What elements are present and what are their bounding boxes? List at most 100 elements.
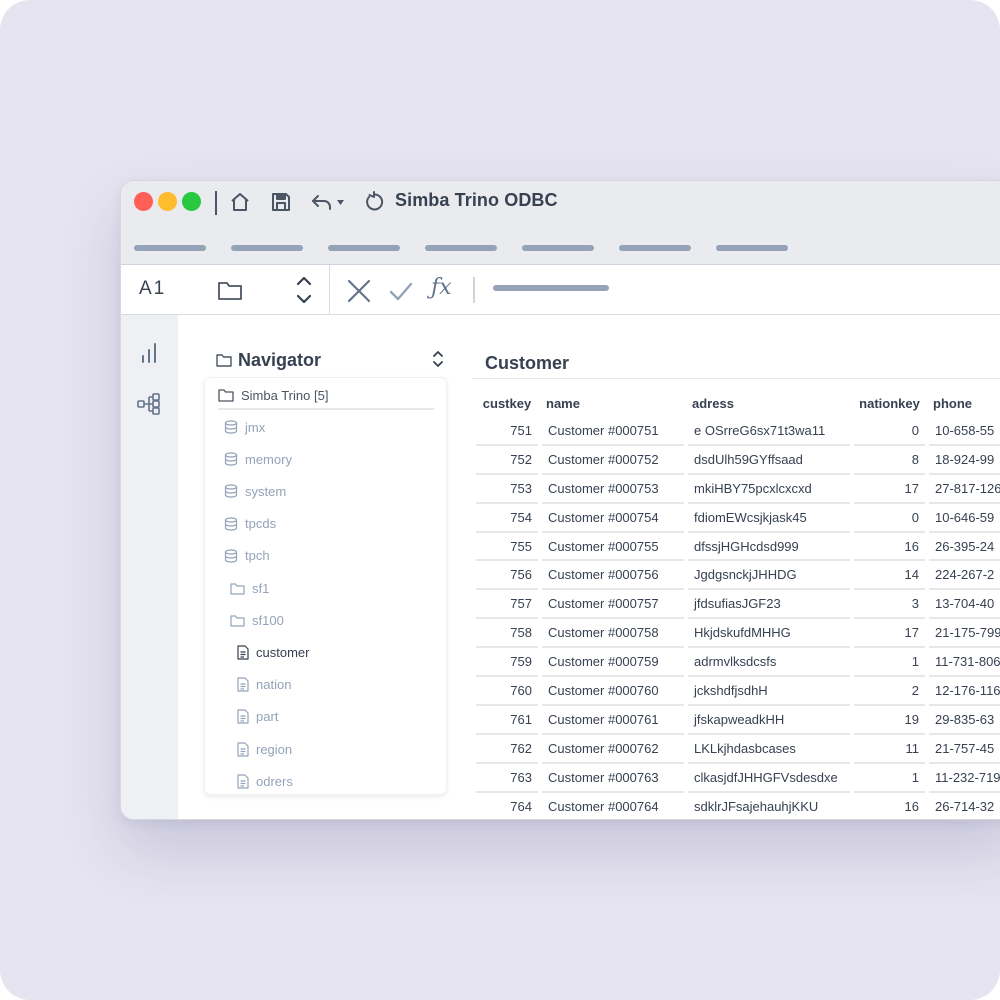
cell-name[interactable]: Customer #000760 bbox=[542, 677, 684, 706]
cell-adress[interactable]: JgdgsnckjJHHDG bbox=[688, 561, 850, 591]
cell-name[interactable]: Customer #000763 bbox=[542, 764, 684, 793]
cell-adress[interactable]: HkjdskufdMHHG bbox=[688, 619, 850, 649]
navigator-item-nation[interactable]: nation bbox=[237, 674, 291, 696]
cell-nationkey[interactable]: 16 bbox=[854, 533, 925, 562]
cell-adress[interactable]: sdklrJFsajehauhjKKU bbox=[688, 793, 850, 819]
navigator-item-part[interactable]: part bbox=[237, 706, 278, 728]
formula-input[interactable] bbox=[493, 285, 609, 291]
undo-icon[interactable] bbox=[309, 189, 349, 215]
confirm-icon[interactable] bbox=[387, 277, 415, 305]
navigator-item-sf100[interactable]: sf100 bbox=[230, 609, 284, 631]
cell-phone[interactable]: 26-395-24 bbox=[929, 533, 1000, 562]
save-icon[interactable] bbox=[268, 189, 294, 215]
hierarchy-icon[interactable] bbox=[135, 390, 163, 418]
cell-name[interactable]: Customer #000759 bbox=[542, 648, 684, 678]
cell-adress[interactable]: clkasjdfJHHGFVsdesdxe bbox=[688, 764, 850, 793]
cell-adress[interactable]: jckshdfjsdhH bbox=[688, 677, 850, 706]
cell-custkey[interactable]: 752 bbox=[476, 446, 538, 475]
cell-name[interactable]: Customer #000758 bbox=[542, 619, 684, 649]
cell-custkey[interactable]: 763 bbox=[476, 764, 538, 793]
navigator-item-customer[interactable]: customer bbox=[237, 641, 309, 663]
cell-phone[interactable]: 21-757-45 bbox=[929, 735, 1000, 764]
navigator-item-system[interactable]: system bbox=[224, 480, 286, 502]
menu-item-4[interactable] bbox=[425, 245, 497, 251]
cell-custkey[interactable]: 754 bbox=[476, 504, 538, 533]
cell-nationkey[interactable]: 3 bbox=[854, 590, 925, 620]
navigator-item-region[interactable]: region bbox=[237, 738, 292, 760]
cell-nationkey[interactable]: 17 bbox=[854, 475, 925, 504]
cell-adress[interactable]: dfssjHGHcdsd999 bbox=[688, 533, 850, 562]
cell-phone[interactable]: 18-924-99 bbox=[929, 446, 1000, 475]
column-header-phone[interactable]: phone bbox=[929, 389, 1000, 417]
cell-adress[interactable]: e OSrreG6sx71t3wa11 bbox=[688, 417, 850, 446]
cell-adress[interactable]: LKLkjhdasbcases bbox=[688, 735, 850, 764]
cell-name[interactable]: Customer #000764 bbox=[542, 793, 684, 819]
cell-nationkey[interactable]: 14 bbox=[854, 561, 925, 591]
cell-adress[interactable]: fdiomEWcsjkjask45 bbox=[688, 504, 850, 533]
menu-item-7[interactable] bbox=[716, 245, 788, 251]
cell-phone[interactable]: 21-175-799 bbox=[929, 619, 1000, 649]
navigator-item-tpch[interactable]: tpch bbox=[224, 545, 270, 567]
cell-phone[interactable]: 12-176-116 bbox=[929, 677, 1000, 706]
cell-name[interactable]: Customer #000754 bbox=[542, 504, 684, 533]
refresh-icon[interactable] bbox=[361, 189, 387, 215]
column-header-nationkey[interactable]: nationkey bbox=[854, 389, 925, 417]
folder-icon[interactable] bbox=[217, 277, 243, 303]
cell-adress[interactable]: jfskapweadkHH bbox=[688, 706, 850, 735]
navigator-item-jmx[interactable]: jmx bbox=[224, 416, 265, 438]
cell-nationkey[interactable]: 8 bbox=[854, 446, 925, 475]
cell-phone[interactable]: 10-646-59 bbox=[929, 504, 1000, 533]
menu-item-3[interactable] bbox=[328, 245, 400, 251]
cell-phone[interactable]: 11-731-806 bbox=[929, 648, 1000, 678]
cell-custkey[interactable]: 759 bbox=[476, 648, 538, 678]
function-icon[interactable]: ƒx bbox=[431, 275, 452, 300]
cell-nationkey[interactable]: 19 bbox=[854, 706, 925, 735]
cell-custkey[interactable]: 761 bbox=[476, 706, 538, 735]
maximize-window-button[interactable] bbox=[182, 192, 201, 211]
menu-item-6[interactable] bbox=[619, 245, 691, 251]
cell-custkey[interactable]: 753 bbox=[476, 475, 538, 504]
cell-custkey[interactable]: 756 bbox=[476, 561, 538, 591]
cell-nationkey[interactable]: 2 bbox=[854, 677, 925, 706]
cell-adress[interactable]: jfdsufiasJGF23 bbox=[688, 590, 850, 620]
cell-phone[interactable]: 224-267-2 bbox=[929, 561, 1000, 591]
updown-chevron-icon[interactable] bbox=[293, 274, 315, 306]
cell-nationkey[interactable]: 17 bbox=[854, 619, 925, 649]
updown-chevron-icon[interactable] bbox=[432, 350, 444, 373]
cell-name[interactable]: Customer #000761 bbox=[542, 706, 684, 735]
home-icon[interactable] bbox=[227, 189, 253, 215]
column-header-adress[interactable]: adress bbox=[688, 389, 850, 417]
cell-custkey[interactable]: 764 bbox=[476, 793, 538, 819]
cell-adress[interactable]: dsdUlh59GYffsaad bbox=[688, 446, 850, 475]
cell-nationkey[interactable]: 0 bbox=[854, 417, 925, 446]
cell-nationkey[interactable]: 16 bbox=[854, 793, 925, 819]
cell-phone[interactable]: 27-817-126 bbox=[929, 475, 1000, 504]
cell-custkey[interactable]: 751 bbox=[476, 417, 538, 446]
bar-chart-icon[interactable] bbox=[135, 339, 163, 367]
cell-nationkey[interactable]: 1 bbox=[854, 764, 925, 793]
close-window-button[interactable] bbox=[134, 192, 153, 211]
menu-item-5[interactable] bbox=[522, 245, 594, 251]
menu-item-2[interactable] bbox=[231, 245, 303, 251]
cell-phone[interactable]: 29-835-63 bbox=[929, 706, 1000, 735]
cell-name[interactable]: Customer #000755 bbox=[542, 533, 684, 562]
cell-name[interactable]: Customer #000757 bbox=[542, 590, 684, 620]
cell-name[interactable]: Customer #000762 bbox=[542, 735, 684, 764]
cell-nationkey[interactable]: 1 bbox=[854, 648, 925, 678]
cancel-icon[interactable] bbox=[345, 277, 373, 305]
cell-name[interactable]: Customer #000752 bbox=[542, 446, 684, 475]
cell-name[interactable]: Customer #000756 bbox=[542, 561, 684, 591]
navigator-item-tpcds[interactable]: tpcds bbox=[224, 513, 276, 535]
navigator-root[interactable]: Simba Trino [5] bbox=[218, 386, 434, 410]
cell-adress[interactable]: adrmvlksdcsfs bbox=[688, 648, 850, 678]
cell-reference[interactable]: A1 bbox=[139, 278, 166, 300]
navigator-item-memory[interactable]: memory bbox=[224, 448, 292, 470]
cell-adress[interactable]: mkiHBY75pcxlcxcxd bbox=[688, 475, 850, 504]
menu-item-1[interactable] bbox=[134, 245, 206, 251]
cell-name[interactable]: Customer #000751 bbox=[542, 417, 684, 446]
navigator-item-sf1[interactable]: sf1 bbox=[230, 577, 269, 599]
cell-nationkey[interactable]: 11 bbox=[854, 735, 925, 764]
cell-phone[interactable]: 26-714-32 bbox=[929, 793, 1000, 819]
column-header-name[interactable]: name bbox=[542, 389, 684, 417]
cell-phone[interactable]: 13-704-40 bbox=[929, 590, 1000, 620]
